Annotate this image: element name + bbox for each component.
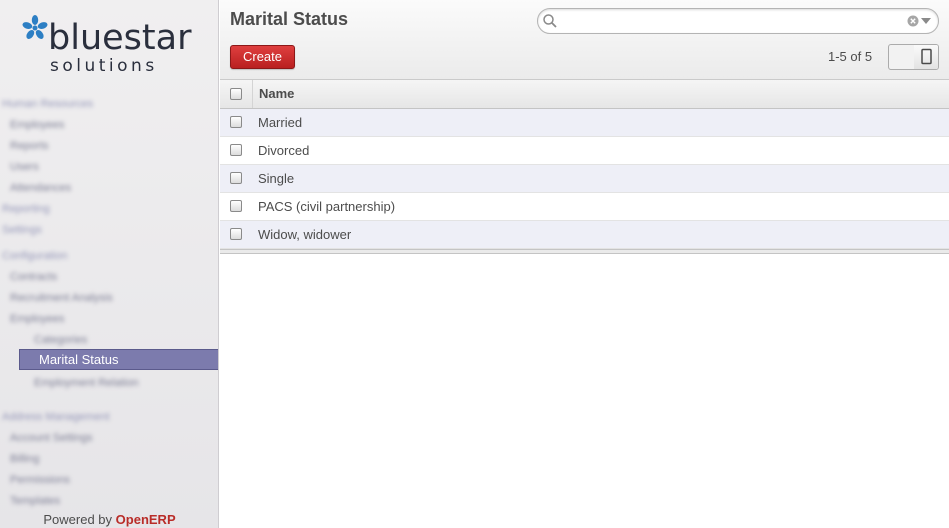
sidebar-item[interactable]: Categories [34,334,87,347]
star-logo-icon [22,15,48,39]
sidebar: bluestar solutions Human Resources Employ… [0,0,219,528]
sidebar-item[interactable]: Recruitment Analysis [10,292,113,305]
row-name: Widow, widower [258,227,352,242]
view-header: Marital Status Create 1-5 of 5 [220,0,949,80]
table-row[interactable]: Divorced [220,137,949,165]
sidebar-item[interactable]: Settings [2,224,42,237]
sidebar-item[interactable]: Templates [10,495,60,508]
sidebar-item[interactable]: Employees [10,119,64,132]
table-header: Name [220,80,949,109]
sidebar-item[interactable]: Configuration [2,250,67,263]
select-all-checkbox[interactable] [230,88,242,100]
records-table: Name Married Divorced Single PACS (civil pa… [220,80,949,254]
row-checkbox[interactable] [230,200,242,212]
sidebar-item[interactable]: Contracts [10,271,57,284]
sidebar-item[interactable]: Employees [10,313,64,326]
openerp-link[interactable]: OpenERP [116,512,176,527]
row-name: PACS (civil partnership) [258,199,396,214]
search-box[interactable] [537,8,939,34]
sidebar-item[interactable]: Account Settings [10,432,93,445]
form-view-icon [921,48,932,65]
search-icon [543,14,557,28]
row-checkbox[interactable] [230,144,242,156]
select-column [220,80,253,108]
sidebar-item[interactable]: Reporting [2,203,50,216]
clear-search-icon[interactable] [907,15,919,27]
sidebar-item[interactable]: Permissions [10,474,70,487]
table-footer [220,249,949,254]
sidebar-item[interactable]: Users [10,161,39,174]
row-name: Single [258,171,295,186]
sidebar-item[interactable]: Employment Relation [34,377,139,390]
sidebar-item[interactable]: Billing [10,453,39,466]
app-window: bluestar solutions Human Resources Employ… [0,0,949,528]
table-row[interactable]: Widow, widower [220,221,949,249]
sidebar-item-marital-status[interactable]: Marital Status [19,349,218,370]
logo-tagline: solutions [50,56,158,76]
page-title: Marital Status [230,9,349,29]
powered-by-label: Powered by [43,512,113,527]
form-view-button[interactable] [914,45,938,69]
table-row[interactable]: Single [220,165,949,193]
row-checkbox[interactable] [230,228,242,240]
pager-value[interactable]: 1-5 of 5 [828,49,872,64]
table-body: Married Divorced Single PACS (civil partner… [220,109,949,249]
row-checkbox[interactable] [230,172,242,184]
column-header-name[interactable]: Name [259,86,294,101]
search-input[interactable] [560,12,900,30]
row-checkbox[interactable] [230,116,242,128]
view-switcher [888,44,939,70]
sidebar-item[interactable]: Attendances [10,182,71,195]
logo-wordmark: bluestar [48,18,192,58]
row-name: Married [258,115,303,130]
table-row[interactable]: Married [220,109,949,137]
company-logo[interactable]: bluestar solutions [22,14,202,78]
table-row[interactable]: PACS (civil partnership) [220,193,949,221]
row-name: Divorced [258,143,310,158]
sidebar-item[interactable]: Reports [10,140,49,153]
search-options-chevron-icon[interactable] [921,18,931,24]
sidebar-item[interactable]: Address Management [2,411,110,424]
create-button[interactable]: Create [230,45,295,69]
sidebar-item[interactable]: Human Resources [2,98,93,111]
powered-by: Powered by OpenERP [0,512,218,527]
